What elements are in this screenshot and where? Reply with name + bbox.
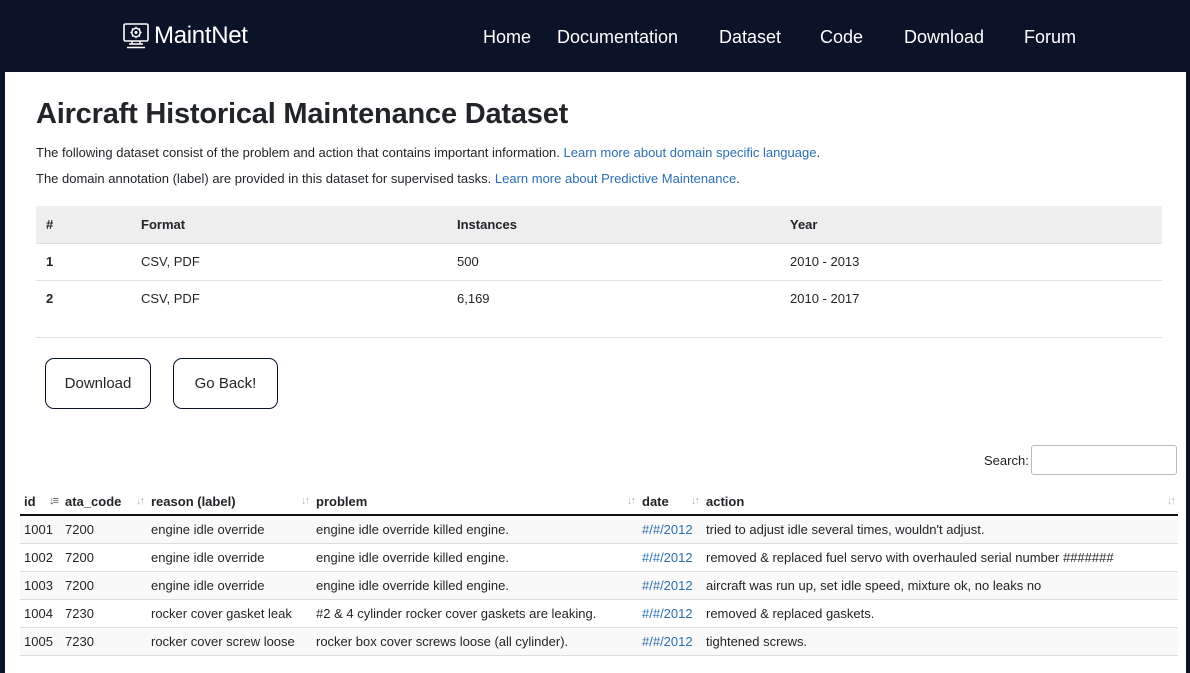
cell-problem: engine idle override killed engine. [312,515,638,544]
header-label: ata_code [65,493,122,509]
search-input[interactable] [1031,445,1177,475]
cell-ata-code: 7230 [61,627,147,656]
cell-year: 2010 - 2013 [780,242,1162,280]
cell-ata-code: 7200 [61,543,147,572]
nav-code-link[interactable]: Code [820,27,863,48]
cell-action: tried to adjust idle several times, woul… [702,515,1178,544]
col-header-year: Year [790,216,818,232]
cell-ata-code: 7230 [61,599,147,628]
cell-format: CSV, PDF [131,279,447,317]
cell-id: 1003 [20,571,61,600]
intro-text-1: The following dataset consist of the pro… [36,145,564,160]
cell-id: 1004 [20,599,61,628]
cell-date: #/#/2012 [638,543,702,572]
cell-year: 2010 - 2017 [780,279,1162,317]
cell-date: #/#/2012 [638,627,702,656]
cell-format: CSV, PDF [131,242,447,280]
sort-icon: ↓↑ [136,495,145,507]
top-navbar: MaintNet Home Documentation Dataset Code… [0,0,1190,72]
window-frame-right [1186,0,1190,673]
cell-action: removed & replaced gaskets. [702,599,1178,628]
cell-action: removed & replaced fuel servo with overh… [702,543,1178,572]
cell-reason: engine idle override [147,543,312,572]
cell-id: 1002 [20,543,61,572]
col-header-instances: Instances [457,216,517,232]
header-label: id [24,493,36,509]
table-spacer-row [36,317,1162,338]
cell-number: 1 [36,242,131,280]
cell-reason: rocker cover gasket leak [147,599,312,628]
dataset-info-header: # Format Instances Year [36,206,1162,243]
cell-id: 1001 [20,515,61,544]
sort-icon: ↓↑ [691,495,700,507]
search-label: Search: [984,453,1029,468]
intro-paragraph-1: The following dataset consist of the pro… [36,145,820,160]
window-frame-left [0,0,5,673]
nav-home-link[interactable]: Home [483,27,531,48]
cell-instances: 6,169 [447,279,780,317]
page-title: Aircraft Historical Maintenance Dataset [36,98,569,130]
sort-header-reason[interactable]: reason (label) ↓↑ [147,488,312,516]
predictive-maintenance-link[interactable]: Learn more about Predictive Maintenance [495,171,736,186]
cell-reason: engine idle override [147,515,312,544]
cell-date: #/#/2012 [638,599,702,628]
sort-header-ata-code[interactable]: ata_code ↓↑ [61,488,147,516]
sort-icon: ↓↑ [1167,495,1176,507]
intro-end-2: . [736,171,740,186]
cell-problem: engine idle override killed engine. [312,543,638,572]
table-row: 1005 7230 rocker cover screw loose rocke… [20,627,1178,656]
cell-ata-code: 7200 [61,515,147,544]
cell-instances: 500 [447,242,780,280]
sort-icon: ↓↑ [627,495,636,507]
cell-action: tightened screws. [702,627,1178,656]
header-label: problem [316,493,368,509]
records-header: id ↓≡ ata_code ↓↑ reason (label) ↓↑ problem… [20,488,1178,516]
maintnet-logo-icon [123,23,149,49]
cell-ata-code: 7200 [61,571,147,600]
go-back-button[interactable]: Go Back! [173,358,278,409]
dataset-info-row: 1 CSV, PDF 500 2010 - 2013 [36,242,1162,280]
cell-problem: engine idle override killed engine. [312,571,638,600]
download-button[interactable]: Download [45,358,151,409]
cell-date: #/#/2012 [638,515,702,544]
brand-name: MaintNet [154,22,248,49]
cell-id: 1005 [20,627,61,656]
intro-text-2: The domain annotation (label) are provid… [36,171,495,186]
sort-icon: ↓↑ [301,495,310,507]
nav-documentation-link[interactable]: Documentation [557,27,678,48]
nav-download-link[interactable]: Download [904,27,984,48]
cell-problem: #2 & 4 cylinder rocker cover gaskets are… [312,599,638,628]
col-header-format: Format [141,216,186,232]
cell-action: aircraft was run up, set idle speed, mix… [702,571,1178,600]
table-row: 1002 7200 engine idle override engine id… [20,543,1178,572]
nav-dataset-link[interactable]: Dataset [719,27,781,48]
table-row: 1004 7230 rocker cover gasket leak #2 & … [20,599,1178,628]
intro-end-1: . [816,145,821,160]
table-row: 1001 7200 engine idle override engine id… [20,515,1178,544]
domain-language-link[interactable]: Learn more about domain specific languag… [564,145,817,160]
sort-header-problem[interactable]: problem ↓↑ [312,488,638,516]
sort-header-id[interactable]: id ↓≡ [20,488,61,516]
header-label: reason (label) [151,493,236,509]
col-header-number: # [46,216,54,232]
cell-reason: rocker cover screw loose [147,627,312,656]
intro-paragraph-2: The domain annotation (label) are provid… [36,171,740,186]
header-label: action [706,493,745,509]
nav-forum-link[interactable]: Forum [1024,27,1076,48]
sort-ascending-icon: ↓≡ [49,495,59,507]
cell-reason: engine idle override [147,571,312,600]
sort-header-action[interactable]: action ↓↑ [702,488,1178,516]
dataset-info-table: # Format Instances Year 1 CSV, PDF 500 2… [36,206,1162,338]
dataset-info-row: 2 CSV, PDF 6,169 2010 - 2017 [36,279,1162,317]
cell-problem: rocker box cover screws loose (all cylin… [312,627,638,656]
cell-number: 2 [36,279,131,317]
cell-date: #/#/2012 [638,571,702,600]
sort-header-date[interactable]: date ↓↑ [638,488,702,516]
header-label: date [642,493,669,509]
maintenance-records-table: id ↓≡ ata_code ↓↑ reason (label) ↓↑ problem… [20,488,1178,656]
table-row: 1003 7200 engine idle override engine id… [20,571,1178,600]
brand[interactable]: MaintNet [121,20,248,52]
